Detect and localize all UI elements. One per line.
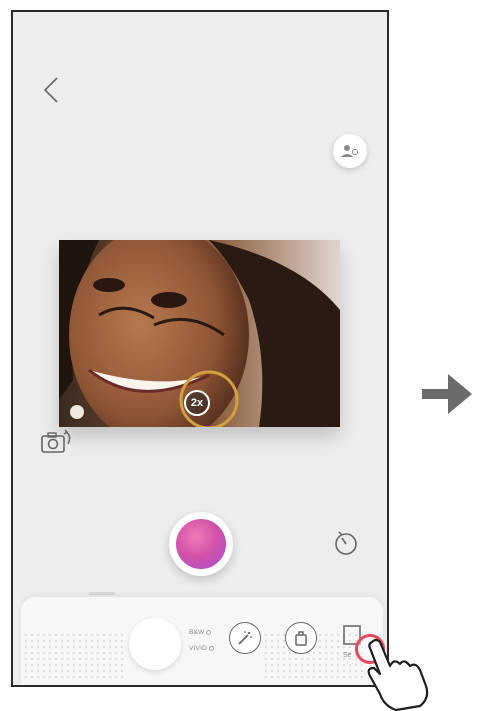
chevron-left-icon[interactable] <box>37 72 65 108</box>
person-face-icon <box>341 145 358 157</box>
vivid-mode-label[interactable]: VIVID <box>189 645 214 652</box>
sticker-icon <box>295 631 307 646</box>
camera-preview: 2x <box>59 240 340 427</box>
tray-pattern-left <box>23 632 123 682</box>
flip-camera-icon[interactable] <box>38 424 78 458</box>
person-face-button[interactable] <box>333 134 367 168</box>
frame-label: Se <box>343 652 352 659</box>
shutter-inner <box>176 519 226 569</box>
vivid-radio-icon <box>208 645 214 651</box>
next-arrow-icon <box>422 374 472 414</box>
zoom-level-badge[interactable]: 2x <box>184 390 210 416</box>
pointing-hand-icon <box>367 638 429 711</box>
phone-screen: 2x B&W VIVID Se <box>11 10 389 687</box>
sticker-button[interactable] <box>285 622 317 654</box>
magic-wand-icon <box>238 631 252 645</box>
magic-wand-button[interactable] <box>229 622 261 654</box>
bw-radio-icon <box>206 629 212 635</box>
gallery-thumbnail-button[interactable] <box>129 618 181 670</box>
drawer-handle[interactable] <box>89 592 115 595</box>
timer-icon[interactable] <box>331 528 361 558</box>
shutter-button[interactable] <box>169 512 233 576</box>
bw-mode-label[interactable]: B&W <box>189 629 212 636</box>
